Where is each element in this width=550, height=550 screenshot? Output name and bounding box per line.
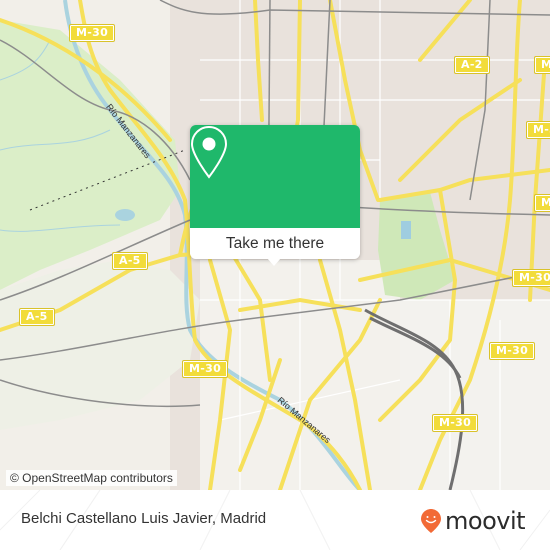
lake xyxy=(115,209,135,221)
park-casa-de-campo xyxy=(0,20,180,290)
road-shield-a5: A-5 xyxy=(112,252,148,270)
location-popup: Take me there xyxy=(190,125,360,266)
road-shield-m30: M-30 xyxy=(511,269,550,287)
road-shield-a2: A-2 xyxy=(454,56,490,74)
road-shield-m30: M-30 xyxy=(68,24,116,42)
popup-header xyxy=(190,125,360,228)
retiro-pond xyxy=(401,221,411,239)
location-pin-icon xyxy=(190,125,228,179)
take-me-there-button[interactable]: Take me there xyxy=(190,228,360,259)
moovit-logo[interactable]: moovit xyxy=(420,507,526,535)
road-shield-m30: M-30 xyxy=(533,56,550,74)
place-name: Belchi Castellano Luis Javier, Madrid xyxy=(21,510,267,527)
map-attribution[interactable]: © OpenStreetMap contributors xyxy=(6,470,177,486)
road-shield-m30: M-30 xyxy=(488,342,536,360)
popup-pointer xyxy=(267,258,281,266)
road-shield-m30: M-30 xyxy=(181,360,229,378)
urban-area-southeast xyxy=(400,300,550,490)
road-shield-m30: M-30 xyxy=(431,414,479,432)
moovit-smile-pin-icon xyxy=(421,509,441,533)
road-shield-m30: M-30 xyxy=(525,121,550,139)
map-view[interactable]: Río Manzanares Río Manzanares M-30 A-2 M… xyxy=(0,0,550,490)
road-shield-a5: A-5 xyxy=(19,308,55,326)
road-shield-m30: M-30 xyxy=(533,194,550,212)
brand-name: moovit xyxy=(445,507,526,535)
